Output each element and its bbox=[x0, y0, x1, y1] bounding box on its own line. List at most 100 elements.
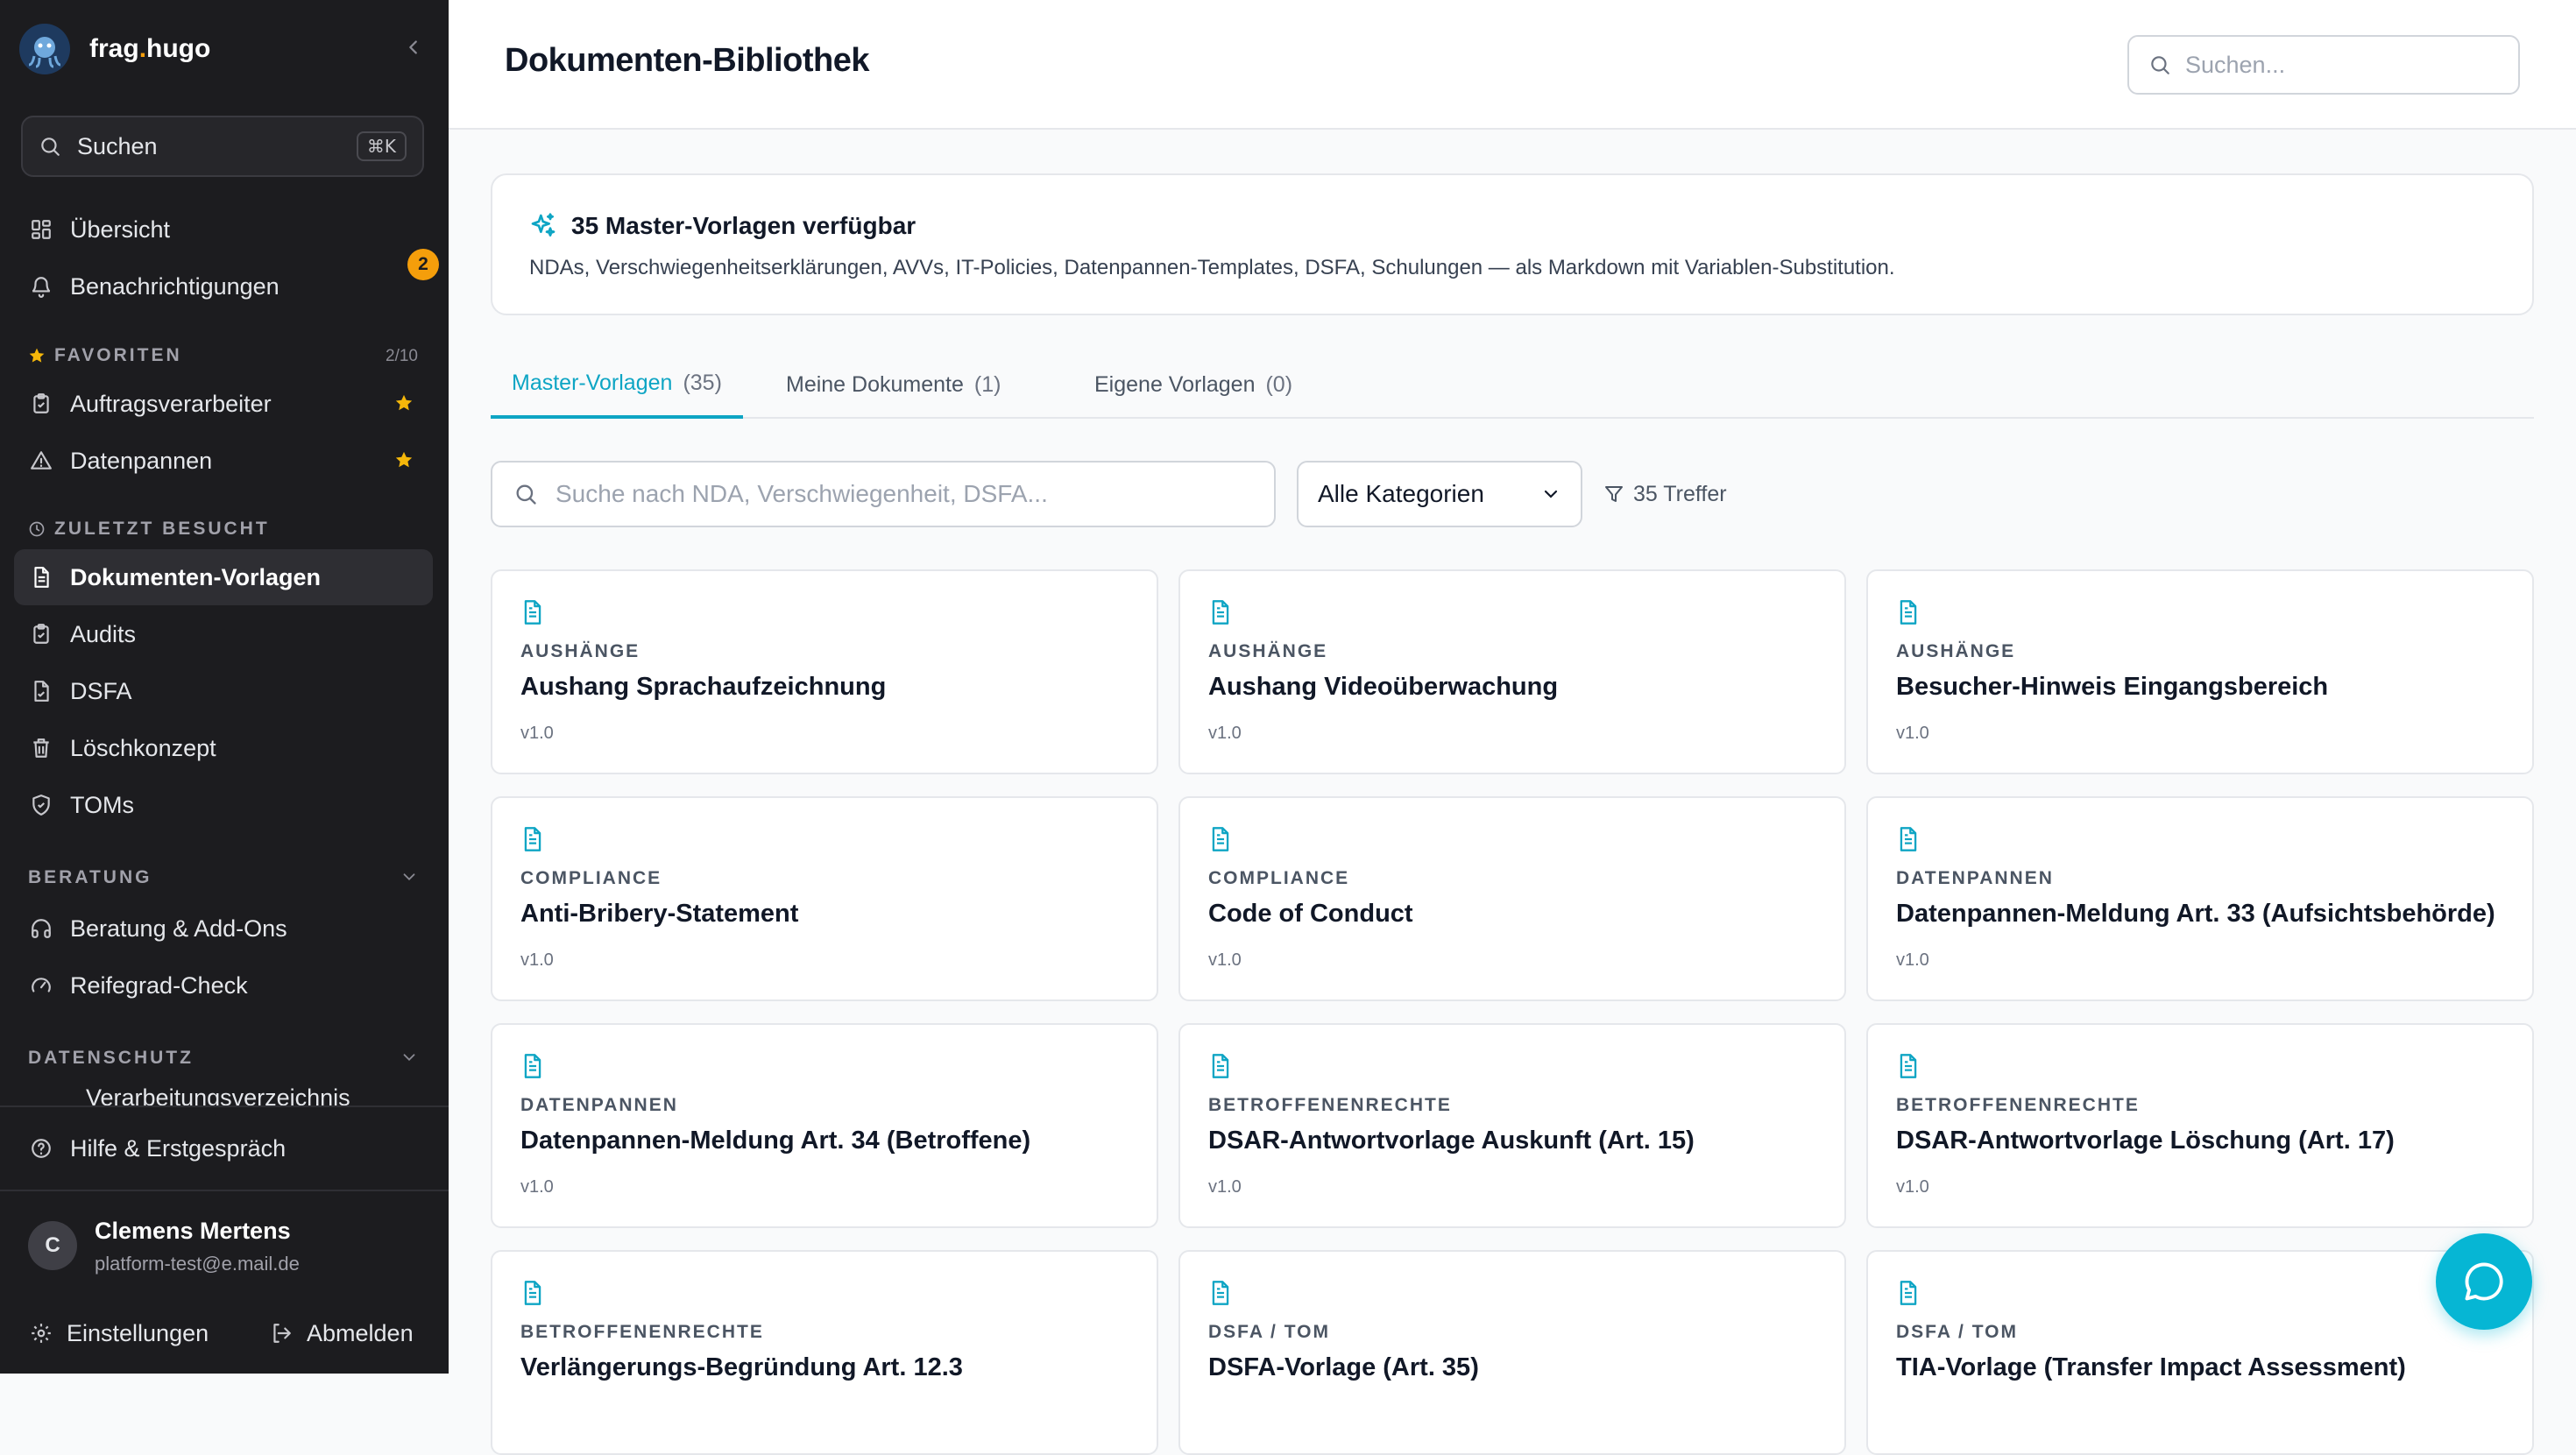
favorites-section-heading: FAVORITEN bbox=[28, 345, 182, 366]
top-search-input[interactable]: Suchen... bbox=[2127, 35, 2520, 95]
document-icon bbox=[1208, 1053, 1233, 1079]
sidebar-item-label: DSFA bbox=[70, 677, 132, 704]
logout-icon bbox=[270, 1322, 293, 1345]
help-circle-icon bbox=[28, 1135, 54, 1162]
template-card[interactable]: DATENPANNEN Datenpannen-Meldung Art. 33 (… bbox=[1866, 796, 2534, 1001]
warning-icon bbox=[28, 448, 54, 474]
template-card[interactable]: AUSHÄNGE Aushang Videoüberwachung v1.0 bbox=[1178, 569, 1846, 774]
search-icon bbox=[2151, 56, 2169, 74]
document-icon bbox=[520, 826, 545, 852]
brand-name: frag.hugo bbox=[89, 34, 211, 63]
help-button[interactable]: Hilfe & Erstgespräch bbox=[14, 1120, 433, 1176]
sidebar-item-dsfa[interactable]: DSFA bbox=[14, 663, 433, 719]
chat-button[interactable] bbox=[2436, 1233, 2532, 1330]
category-select[interactable]: Alle Kategorien bbox=[1297, 461, 1582, 527]
tab-meine-dokumente[interactable]: Meine Dokumente (1) bbox=[765, 350, 1022, 419]
brand[interactable]: frag.hugo bbox=[19, 21, 210, 77]
settings-button[interactable]: Einstellungen bbox=[30, 1314, 209, 1353]
star-icon bbox=[28, 347, 46, 364]
sidebar-item-datenpannen[interactable]: Datenpannen bbox=[14, 433, 433, 489]
template-version: v1.0 bbox=[520, 724, 554, 743]
template-category: DSFA / TOM bbox=[1208, 1322, 1331, 1342]
tab-bar: Master-Vorlagen (35) Meine Dokumente (1) E… bbox=[491, 350, 2534, 419]
sidebar-item-loeschkonzept[interactable]: Löschkonzept bbox=[14, 720, 433, 776]
logout-button[interactable]: Abmelden bbox=[270, 1314, 414, 1353]
template-title: TIA-Vorlage (Transfer Impact Assessment) bbox=[1896, 1353, 2406, 1381]
template-card[interactable]: COMPLIANCE Anti-Bribery-Statement v1.0 bbox=[491, 796, 1158, 1001]
template-card[interactable]: BETROFFENENRECHTE DSAR-Antwortvorlage Aus… bbox=[1178, 1023, 1846, 1228]
template-category: COMPLIANCE bbox=[1208, 868, 1350, 888]
template-card[interactable]: DSFA / TOM TIA-Vorlage (Transfer Impact A… bbox=[1866, 1250, 2534, 1455]
template-version: v1.0 bbox=[520, 950, 554, 970]
sidebar-item-label: Beratung & Add-Ons bbox=[70, 915, 287, 942]
template-category: BETROFFENENRECHTE bbox=[1208, 1095, 1452, 1115]
document-icon bbox=[1896, 1053, 1921, 1079]
template-card[interactable]: AUSHÄNGE Besucher-Hinweis Eingangsbereich… bbox=[1866, 569, 2534, 774]
sidebar-item-auftragsverarbeiter[interactable]: Auftragsverarbeiter bbox=[14, 376, 433, 432]
template-category: BETROFFENENRECHTE bbox=[1896, 1095, 2140, 1115]
sidebar-item-verarbeitungsverzeichnis[interactable]: Verarbeitungsverzeichnis bbox=[14, 1084, 433, 1105]
sidebar-item-label: TOMs bbox=[70, 791, 134, 818]
avatar[interactable]: C bbox=[28, 1221, 77, 1270]
template-version: v1.0 bbox=[1896, 1177, 1929, 1197]
template-version: v1.0 bbox=[520, 1177, 554, 1197]
template-title: Verlängerungs-Begründung Art. 12.3 bbox=[520, 1353, 963, 1381]
sidebar-search-button[interactable]: Suchen ⌘K bbox=[21, 116, 424, 177]
filter-icon bbox=[1605, 486, 1623, 502]
search-icon bbox=[516, 484, 536, 505]
template-card[interactable]: DATENPANNEN Datenpannen-Meldung Art. 34 (… bbox=[491, 1023, 1158, 1228]
template-card[interactable]: BETROFFENENRECHTE Verlängerungs-Begründun… bbox=[491, 1250, 1158, 1455]
sidebar-item-reifegrad-check[interactable]: Reifegrad-Check bbox=[14, 957, 433, 1014]
template-search-input[interactable]: Suche nach NDA, Verschwiegenheit, DSFA..… bbox=[491, 461, 1276, 527]
gear-icon bbox=[30, 1322, 53, 1345]
document-icon bbox=[28, 564, 54, 590]
template-version: v1.0 bbox=[1208, 724, 1242, 743]
template-search-placeholder: Suche nach NDA, Verschwiegenheit, DSFA..… bbox=[556, 480, 1048, 507]
chat-bubble-icon bbox=[2465, 1262, 2503, 1301]
sidebar-search-label: Suchen bbox=[77, 132, 158, 159]
beratung-section-heading[interactable]: BERATUNG bbox=[28, 867, 152, 888]
user-name: Clemens Mertens bbox=[95, 1218, 291, 1244]
user-email: platform-test@e.mail.de bbox=[95, 1253, 300, 1275]
favorite-star-icon[interactable] bbox=[394, 393, 414, 413]
sidebar-item-label: Löschkonzept bbox=[70, 734, 216, 761]
brand-logo-icon bbox=[19, 24, 70, 74]
notification-count-badge: 2 bbox=[407, 249, 439, 280]
settings-label: Einstellungen bbox=[67, 1319, 209, 1346]
template-card[interactable]: COMPLIANCE Code of Conduct v1.0 bbox=[1178, 796, 1846, 1001]
template-category: AUSHÄNGE bbox=[1208, 641, 1328, 661]
collapse-sidebar-button[interactable] bbox=[400, 33, 428, 61]
sidebar-item-benachrichtigungen[interactable]: Benachrichtigungen bbox=[14, 258, 433, 314]
template-card[interactable]: DSFA / TOM DSFA-Vorlage (Art. 35) bbox=[1178, 1250, 1846, 1455]
template-title: Datenpannen-Meldung Art. 34 (Betroffene) bbox=[520, 1127, 1031, 1155]
document-icon bbox=[1896, 599, 1921, 625]
search-icon bbox=[41, 138, 60, 156]
chevron-down-icon[interactable] bbox=[400, 1048, 419, 1067]
tab-eigene-vorlagen[interactable]: Eigene Vorlagen (0) bbox=[1073, 350, 1313, 419]
document-icon bbox=[520, 1053, 545, 1079]
favorite-star-icon[interactable] bbox=[394, 450, 414, 470]
template-title: Datenpannen-Meldung Art. 33 (Aufsichtsbe… bbox=[1896, 900, 2495, 928]
document-icon bbox=[1208, 826, 1233, 852]
chevron-down-icon[interactable] bbox=[400, 867, 419, 886]
tab-master-vorlagen[interactable]: Master-Vorlagen (35) bbox=[491, 350, 743, 419]
template-card[interactable]: BETROFFENENRECHTE DSAR-Antwortvorlage Lös… bbox=[1866, 1023, 2534, 1228]
sidebar-item-audits[interactable]: Audits bbox=[14, 606, 433, 662]
logout-label: Abmelden bbox=[307, 1319, 414, 1346]
template-title: DSAR-Antwortvorlage Auskunft (Art. 15) bbox=[1208, 1127, 1695, 1155]
file-check-icon bbox=[28, 678, 54, 704]
top-bar: Dokumenten-Bibliothek Suchen... bbox=[449, 0, 2576, 130]
sidebar-item-dokumenten-vorlagen[interactable]: Dokumenten-Vorlagen bbox=[14, 549, 433, 605]
sidebar-item-label: Datenpannen bbox=[70, 447, 213, 474]
clipboard-icon bbox=[28, 391, 54, 417]
datenschutz-section-heading[interactable]: DATENSCHUTZ bbox=[28, 1048, 194, 1069]
bell-icon bbox=[28, 273, 54, 300]
sidebar-item-uebersicht[interactable]: Übersicht bbox=[14, 201, 433, 258]
document-icon bbox=[1208, 599, 1233, 625]
sidebar-item-toms[interactable]: TOMs bbox=[14, 777, 433, 833]
template-title: Code of Conduct bbox=[1208, 900, 1413, 928]
sparkles-icon bbox=[529, 212, 557, 240]
sidebar-item-label: Dokumenten-Vorlagen bbox=[70, 563, 322, 590]
template-card[interactable]: AUSHÄNGE Aushang Sprachaufzeichnung v1.0 bbox=[491, 569, 1158, 774]
sidebar-item-beratung-addons[interactable]: Beratung & Add-Ons bbox=[14, 901, 433, 957]
